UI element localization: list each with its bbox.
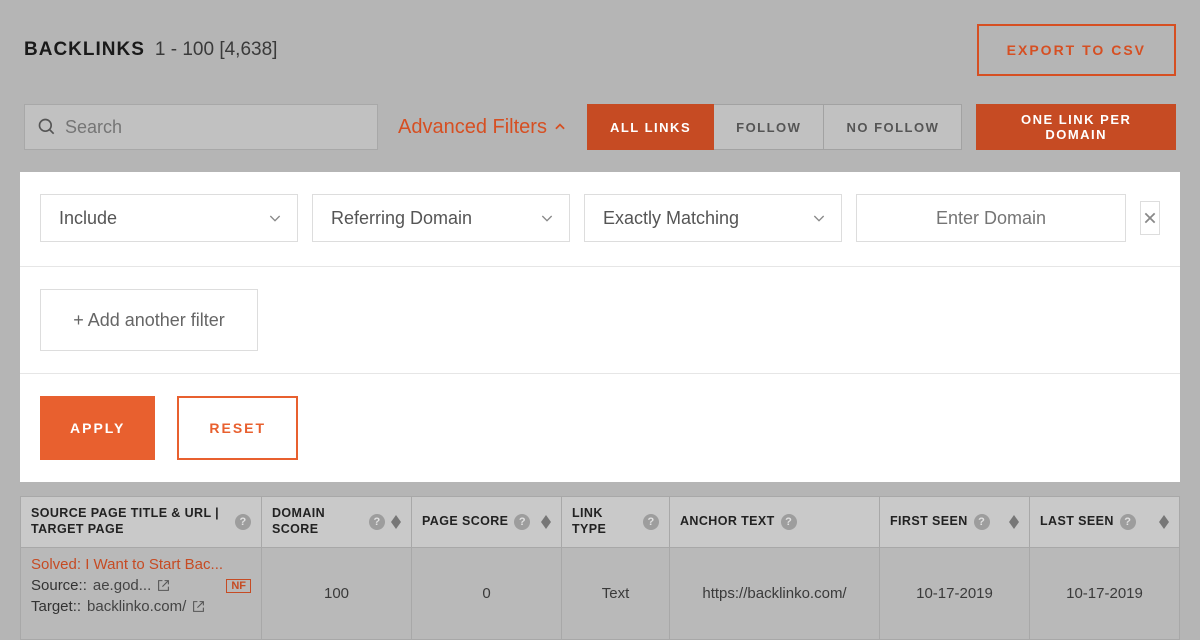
page-title: BACKLINKS xyxy=(24,39,145,61)
help-icon[interactable]: ? xyxy=(781,514,797,530)
panel-divider xyxy=(20,266,1180,267)
cell-link-type: Text xyxy=(562,548,670,640)
help-icon[interactable]: ? xyxy=(235,514,251,530)
reset-button[interactable]: RESET xyxy=(177,396,298,460)
nofollow-badge: NF xyxy=(226,579,251,593)
segment-nofollow[interactable]: NO FOLLOW xyxy=(824,104,962,150)
th-domain-score[interactable]: DOMAIN SCORE ? xyxy=(262,496,412,548)
add-filter-button[interactable]: + Add another filter xyxy=(40,289,258,351)
export-csv-button[interactable]: EXPORT TO CSV xyxy=(977,24,1176,76)
search-box[interactable] xyxy=(24,104,378,150)
filter-mode-value: Include xyxy=(59,208,117,229)
panel-actions: APPLY RESET xyxy=(20,373,1180,460)
cell-domain-score: 100 xyxy=(262,548,412,640)
search-input[interactable] xyxy=(57,117,365,138)
cell-first-seen: 10-17-2019 xyxy=(880,548,1030,640)
target-value: backlinko.com/ xyxy=(87,598,186,615)
close-icon xyxy=(1143,211,1157,225)
table-row: Solved: I Want to Start Bac... Source:: … xyxy=(20,548,1180,640)
remove-filter-button[interactable] xyxy=(1140,201,1160,235)
external-link-icon[interactable] xyxy=(192,600,205,613)
filter-match-select[interactable]: Exactly Matching xyxy=(584,194,842,242)
segment-follow[interactable]: FOLLOW xyxy=(714,104,824,150)
table-header: SOURCE PAGE TITLE & URL | TARGET PAGE ? … xyxy=(20,496,1180,548)
th-anchor[interactable]: ANCHOR TEXT ? xyxy=(670,496,880,548)
sort-control[interactable] xyxy=(1009,515,1019,529)
title-wrap: BACKLINKS 1 - 100 [4,638] xyxy=(24,39,277,61)
search-icon xyxy=(37,117,57,137)
results-range: 1 - 100 [4,638] xyxy=(155,39,278,61)
cell-anchor: https://backlinko.com/ xyxy=(670,548,880,640)
filter-domain-input[interactable] xyxy=(856,194,1126,242)
external-link-icon[interactable] xyxy=(157,579,170,592)
chevron-down-icon xyxy=(267,210,283,226)
cell-last-seen: 10-17-2019 xyxy=(1030,548,1180,640)
filter-row: Include Referring Domain Exactly Matchin… xyxy=(40,194,1160,242)
one-link-per-domain-button[interactable]: ONE LINK PER DOMAIN xyxy=(976,104,1176,150)
help-icon[interactable]: ? xyxy=(643,514,659,530)
advanced-filters-panel: Include Referring Domain Exactly Matchin… xyxy=(20,172,1180,482)
source-label: Source:: xyxy=(31,577,87,594)
controls-row: Advanced Filters ALL LINKS FOLLOW NO FOL… xyxy=(24,104,1176,150)
backlinks-table: SOURCE PAGE TITLE & URL | TARGET PAGE ? … xyxy=(20,496,1180,640)
filter-field-value: Referring Domain xyxy=(331,208,472,229)
sort-control[interactable] xyxy=(1159,515,1169,529)
advanced-filters-label: Advanced Filters xyxy=(398,116,547,139)
help-icon[interactable]: ? xyxy=(369,514,385,530)
advanced-filters-toggle[interactable]: Advanced Filters xyxy=(392,104,573,150)
cell-source: Solved: I Want to Start Bac... Source:: … xyxy=(20,548,262,640)
filter-mode-select[interactable]: Include xyxy=(40,194,298,242)
chevron-up-icon xyxy=(553,120,567,134)
th-source[interactable]: SOURCE PAGE TITLE & URL | TARGET PAGE ? xyxy=(20,496,262,548)
help-icon[interactable]: ? xyxy=(1120,514,1136,530)
row-title-link[interactable]: Solved: I Want to Start Bac... xyxy=(31,556,223,573)
th-page-score[interactable]: PAGE SCORE ? xyxy=(412,496,562,548)
th-last-seen[interactable]: LAST SEEN ? xyxy=(1030,496,1180,548)
link-type-segment: ALL LINKS FOLLOW NO FOLLOW xyxy=(587,104,962,150)
sort-control[interactable] xyxy=(541,515,551,529)
segment-all-links[interactable]: ALL LINKS xyxy=(587,104,714,150)
source-value: ae.god... xyxy=(93,577,151,594)
th-link-type[interactable]: LINK TYPE ? xyxy=(562,496,670,548)
topbar: BACKLINKS 1 - 100 [4,638] EXPORT TO CSV xyxy=(24,24,1176,76)
target-label: Target:: xyxy=(31,598,81,615)
th-first-seen[interactable]: FIRST SEEN ? xyxy=(880,496,1030,548)
chevron-down-icon xyxy=(539,210,555,226)
help-icon[interactable]: ? xyxy=(514,514,530,530)
chevron-down-icon xyxy=(811,210,827,226)
help-icon[interactable]: ? xyxy=(974,514,990,530)
filter-match-value: Exactly Matching xyxy=(603,208,739,229)
cell-page-score: 0 xyxy=(412,548,562,640)
sort-control[interactable] xyxy=(391,515,401,529)
apply-button[interactable]: APPLY xyxy=(40,396,155,460)
filter-field-select[interactable]: Referring Domain xyxy=(312,194,570,242)
